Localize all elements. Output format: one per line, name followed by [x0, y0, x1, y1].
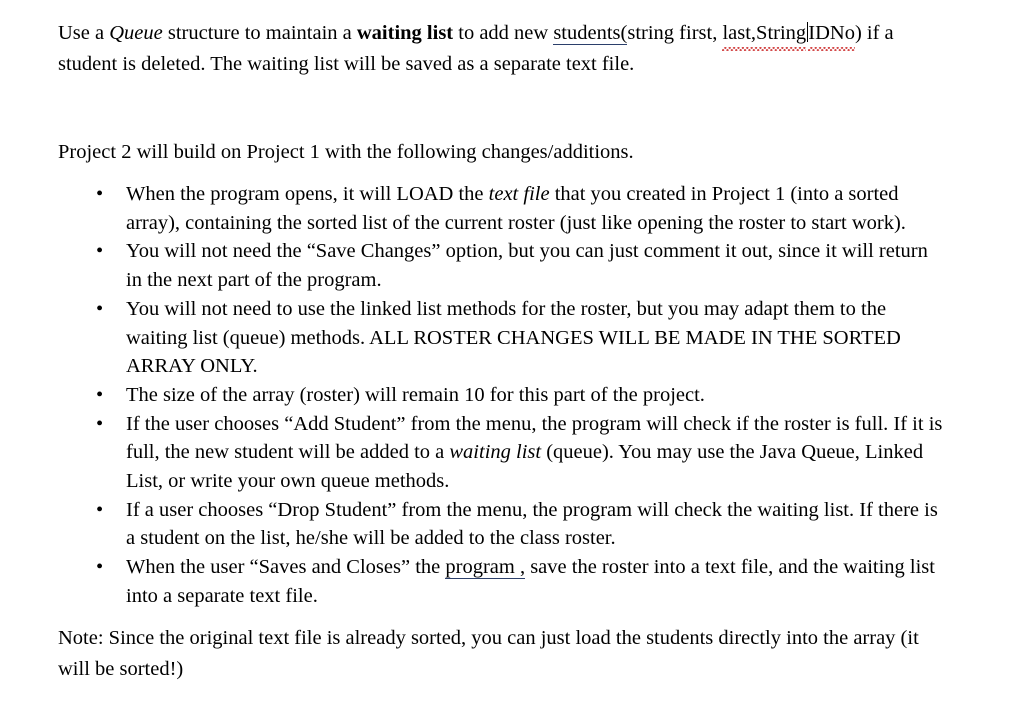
intro-text-lead: Use a: [58, 22, 110, 44]
paragraph-spacer-3: [58, 611, 946, 623]
bullet-icon: •: [96, 240, 104, 263]
bullet-text-italic: text file: [488, 183, 550, 205]
note-paragraph: Note: Since the original text file is al…: [58, 626, 919, 680]
intro-text-mid1: structure to maintain a: [162, 22, 357, 44]
list-item: • When the user “Saves and Closes” the pr…: [58, 553, 946, 610]
spellcheck-idno: IDNo: [808, 18, 855, 51]
bullet-text-part1: The size of the array (roster) will rema…: [126, 383, 705, 406]
bullet-icon: •: [96, 412, 104, 435]
list-item: • If the user chooses “Add Student” from …: [58, 410, 946, 496]
list-item: • When the program opens, it will LOAD th…: [58, 180, 946, 237]
intro-students-link[interactable]: students(: [553, 22, 628, 45]
document-body: Use a Queue structure to maintain a wait…: [58, 18, 946, 685]
list-item: • If a user chooses “Drop Student” from t…: [58, 496, 946, 553]
spellcheck-last-string: last,String: [722, 18, 806, 51]
intro-paragraph: Use a Queue structure to maintain a wait…: [58, 18, 946, 80]
intro-queue-italic: Queue: [109, 22, 163, 44]
list-item: • You will not need to use the linked lis…: [58, 295, 946, 381]
intro-waiting-list-bold: waiting list: [356, 22, 454, 44]
bullet-text-part1: You will not need the “Save Changes” opt…: [126, 240, 928, 292]
intro-text-mid2: to add new: [453, 22, 554, 44]
bullet-text-italic: waiting list: [449, 441, 542, 464]
bullet-text-part1: When the user “Saves and Closes” the: [126, 556, 446, 579]
intro-text-mid3: string first,: [627, 22, 723, 44]
bullet-text-part1: If a user chooses “Drop Student” from th…: [126, 498, 938, 550]
bullet-icon: •: [96, 498, 104, 521]
list-item: • The size of the array (roster) will rem…: [58, 381, 946, 410]
document-page: Use a Queue structure to maintain a wait…: [0, 0, 1011, 710]
paragraph-spacer-2: [58, 168, 946, 180]
bullet-program-link[interactable]: program ,: [445, 556, 526, 580]
bullet-icon: •: [96, 383, 104, 406]
requirements-bullet-list: • When the program opens, it will LOAD th…: [58, 180, 946, 611]
bullet-text-part1: When the program opens, it will LOAD the: [126, 183, 489, 205]
list-item: • You will not need the “Save Changes” op…: [58, 237, 946, 294]
overview-paragraph: Project 2 will build on Project 1 with t…: [58, 141, 634, 163]
bullet-icon: •: [96, 183, 104, 205]
bullet-text-part1: You will not need to use the linked list…: [126, 297, 901, 378]
bullet-icon: •: [96, 297, 104, 320]
bullet-icon: •: [96, 556, 104, 579]
paragraph-spacer-1: [58, 80, 946, 137]
